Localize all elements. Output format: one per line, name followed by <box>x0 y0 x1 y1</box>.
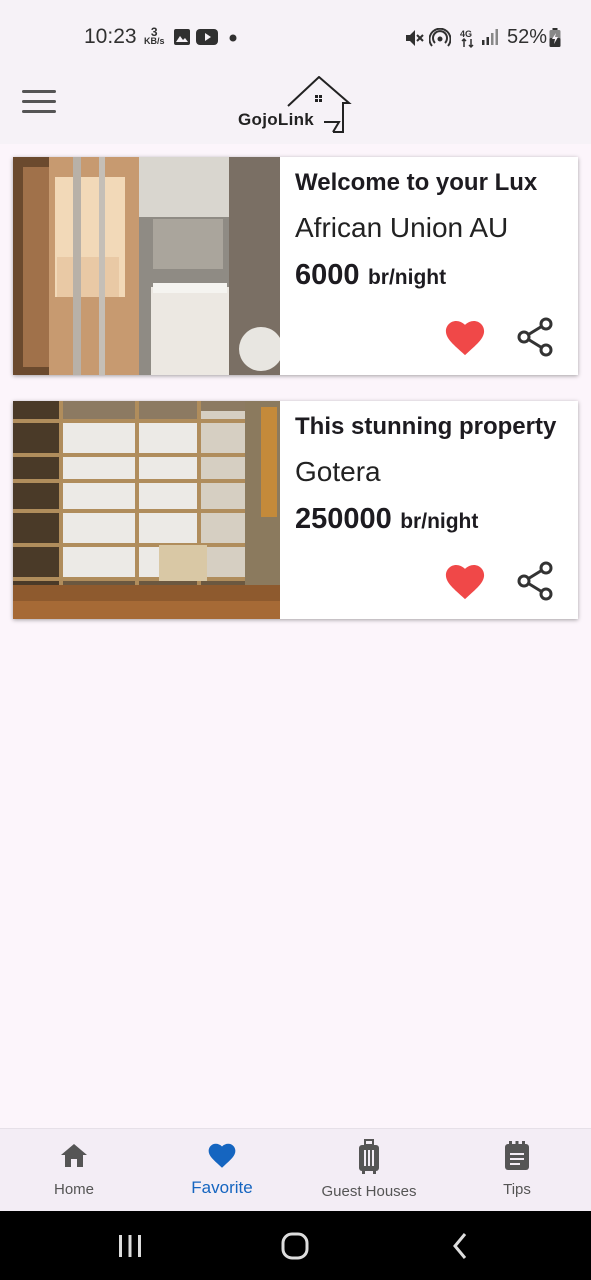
battery-percent: 52% <box>507 26 548 48</box>
listing-photo-bathroom[interactable] <box>13 157 280 375</box>
status-bar: 10:23 3 KB/s 4G 52% <box>0 0 591 76</box>
home-system-icon[interactable] <box>280 1229 310 1261</box>
app-bar: GojoLink <box>0 76 591 144</box>
listing-price-unit: br/night <box>400 510 479 533</box>
hotspot-icon <box>429 28 451 47</box>
listing-card[interactable]: Welcome to your Lux African Union AU 600… <box>13 157 578 375</box>
nav-label-favorite: Favorite <box>191 1178 253 1197</box>
nav-label-guest-houses: Guest Houses <box>321 1183 417 1200</box>
image-icon <box>174 29 190 45</box>
share-button[interactable] <box>516 317 554 357</box>
share-icon <box>517 317 553 357</box>
favorite-button[interactable] <box>443 317 487 357</box>
favorite-button[interactable] <box>443 561 487 601</box>
listing-photo-closet[interactable] <box>13 401 280 619</box>
listing-title: This stunning property <box>295 413 557 440</box>
mute-icon <box>406 30 424 46</box>
nav-item-favorite[interactable]: Favorite <box>148 1129 296 1212</box>
net-speed-unit: KB/s <box>144 36 165 46</box>
listing-location: African Union AU <box>295 212 509 243</box>
luggage-icon <box>359 1139 379 1174</box>
svg-text:4G: 4G <box>460 29 472 39</box>
bottom-navigation: Home Favorite Guest Houses Tips <box>0 1128 591 1211</box>
share-icon <box>517 561 553 601</box>
nav-label-tips: Tips <box>503 1181 531 1198</box>
back-icon[interactable] <box>449 1229 471 1261</box>
nav-item-home[interactable]: Home <box>0 1129 148 1212</box>
listing-location: Gotera <box>295 456 381 487</box>
net-speed: 3 KB/s <box>144 26 165 46</box>
dot-icon <box>229 34 237 42</box>
signal-icon <box>482 29 498 45</box>
heart-filled-icon <box>445 565 485 600</box>
heart-filled-icon <box>445 321 485 356</box>
listing-card[interactable]: This stunning property Gotera 250000 br/… <box>13 401 578 619</box>
nav-label-home: Home <box>53 1181 94 1198</box>
4g-icon: 4G <box>460 29 474 49</box>
bathroom-photo <box>13 157 280 375</box>
listing-title: Welcome to your Lux <box>295 169 538 196</box>
system-navigation-bar <box>0 1211 591 1280</box>
heart-icon <box>208 1143 236 1168</box>
logo-text: GojoLink <box>238 110 315 129</box>
nav-item-guest-houses[interactable]: Guest Houses <box>295 1129 443 1212</box>
app-logo: GojoLink <box>238 76 358 136</box>
nav-item-tips[interactable]: Tips <box>443 1129 591 1212</box>
status-time: 10:23 <box>84 25 137 48</box>
share-button[interactable] <box>516 561 554 601</box>
hamburger-menu-icon[interactable] <box>22 90 58 118</box>
listing-price: 250000 <box>295 503 392 535</box>
home-icon <box>61 1144 87 1167</box>
listing-price: 6000 <box>295 259 360 291</box>
listing-price-unit: br/night <box>367 266 447 289</box>
battery-icon <box>549 28 561 47</box>
clipboard-icon <box>505 1141 529 1170</box>
listing-price-row: 250000 br/night <box>295 503 478 536</box>
youtube-icon <box>196 29 218 45</box>
listing-price-row: 6000 br/night <box>295 259 446 292</box>
recent-apps-icon[interactable] <box>117 1229 143 1261</box>
closet-photo <box>13 401 280 619</box>
